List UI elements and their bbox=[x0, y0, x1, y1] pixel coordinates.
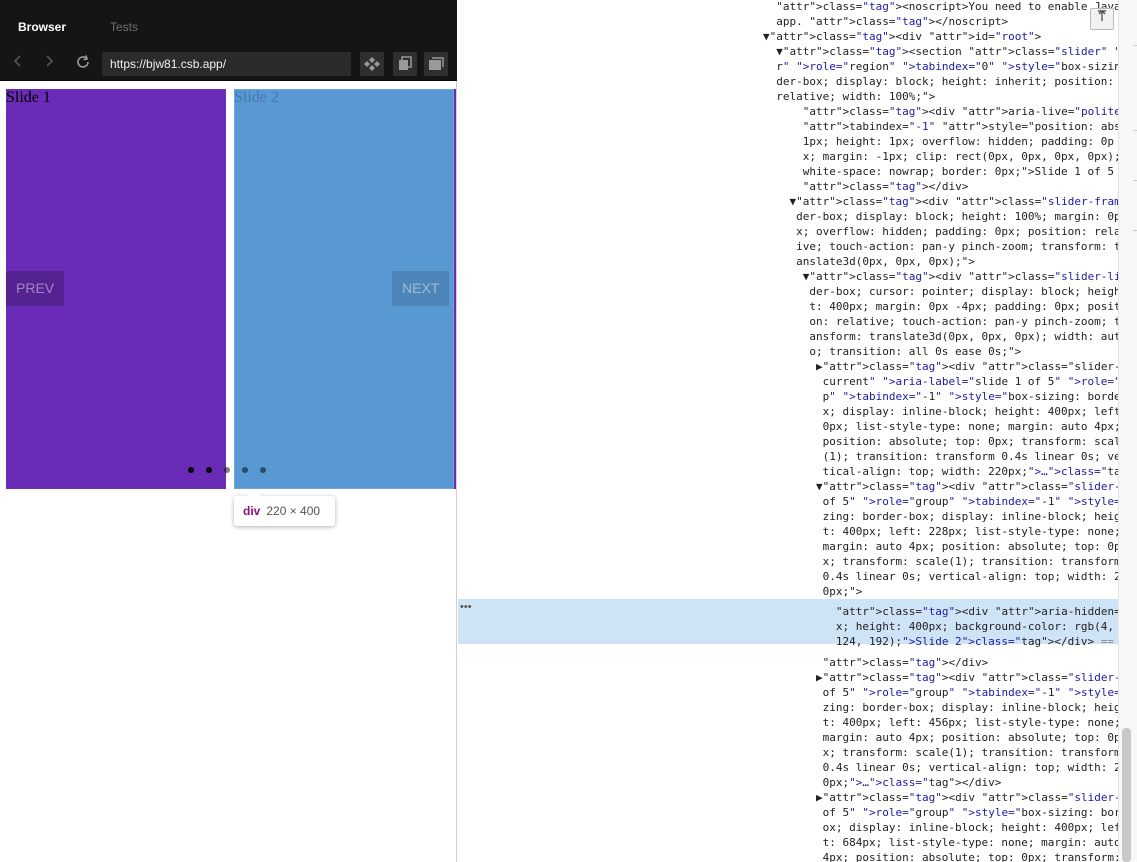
dom-tree-line[interactable]: t: 684px; list-style-type: none; margin:… bbox=[763, 835, 1118, 850]
dom-tree-line[interactable]: ansform: translate3d(0px, 0px, 0px); wid… bbox=[763, 329, 1118, 344]
dom-tree-line[interactable]: ive; touch-action: pan-y pinch-zoom; tra… bbox=[763, 239, 1118, 254]
dom-tree-line[interactable]: ▼"attr">class="tag"><div "attr">class="s… bbox=[763, 194, 1118, 209]
dom-tree-line[interactable]: "attr">class="tag"><noscript>You need to… bbox=[763, 0, 1118, 14]
dom-tree-line[interactable]: of 5" ">role="group" ">tabindex="-1" ">s… bbox=[763, 685, 1118, 700]
dom-tree-line[interactable]: 0px; list-style-type: none; margin: auto… bbox=[763, 419, 1118, 434]
preview-tabbar: Browser Tests bbox=[0, 0, 457, 48]
inspect-tooltip: div 220 × 400 bbox=[234, 490, 335, 526]
dom-tree-line[interactable]: x; transform: scale(1); transition: tran… bbox=[763, 745, 1118, 760]
forward-arrow-icon[interactable] bbox=[39, 54, 59, 74]
carousel-dot-5[interactable] bbox=[260, 467, 266, 473]
devtools-scrollbar-thumb[interactable] bbox=[1122, 728, 1131, 862]
url-input[interactable]: https://bjw81.csb.app/ bbox=[102, 52, 351, 76]
carousel-dot-1[interactable] bbox=[188, 467, 194, 473]
edge-divider bbox=[1133, 45, 1137, 46]
dom-tree-line[interactable]: "attr">tabindex="-1" "attr">style="posit… bbox=[763, 119, 1118, 134]
dom-tree-line[interactable]: 4px; position: absolute; top: 0px; trans… bbox=[763, 850, 1118, 862]
copy-icon[interactable] bbox=[393, 52, 417, 76]
dom-tree-line[interactable]: der-box; display: block; height: 100%; m… bbox=[763, 209, 1118, 224]
carousel-dot-4[interactable] bbox=[242, 467, 248, 473]
back-arrow-icon[interactable] bbox=[8, 54, 28, 74]
dom-tree-line[interactable]: ▼"attr">class="tag"><div "attr">class="s… bbox=[763, 479, 1118, 494]
open-window-icon[interactable] bbox=[424, 52, 448, 76]
selected-dom-node-line[interactable]: 124, 192);">Slide 2">class="tag"></div> … bbox=[763, 634, 1118, 649]
slide-label: Slide 1 bbox=[6, 89, 51, 106]
carousel-dot-3[interactable] bbox=[224, 467, 230, 473]
dom-tree-line[interactable]: anslate3d(0px, 0px, 0px);"> bbox=[763, 254, 975, 269]
tooltip-tag: div bbox=[243, 504, 261, 518]
dom-tree-line[interactable]: p" ">tabindex="-1" ">style="box-sizing: … bbox=[763, 389, 1118, 404]
dom-tree-line[interactable]: ▼"attr">class="tag"><section "attr">clas… bbox=[763, 44, 1118, 59]
dom-tree-line[interactable]: current" ">aria-label="slide 1 of 5" ">r… bbox=[763, 374, 1118, 389]
next-button[interactable]: NEXT bbox=[392, 271, 450, 306]
preview-viewport: Slide 1 Slide 2 PREV NEXT div 220 × 400 bbox=[0, 82, 456, 862]
dom-tree-line[interactable]: der-box; cursor: pointer; display: block… bbox=[763, 284, 1118, 299]
dom-tree-line[interactable]: zing: border-box; display: inline-block;… bbox=[763, 509, 1118, 524]
browser-pane: Browser Tests https://bjw81.csb.app/ Sli… bbox=[0, 0, 457, 862]
edge-divider bbox=[1133, 130, 1137, 131]
carousel-dot-2[interactable] bbox=[206, 467, 212, 473]
dom-tree-line[interactable]: ▶"attr">class="tag"><div "attr">class="s… bbox=[763, 790, 1118, 805]
dom-tree-line[interactable]: ▶"attr">class="tag"><div "attr">class="s… bbox=[763, 670, 1118, 685]
edge-divider bbox=[1133, 180, 1137, 181]
dom-tree-line[interactable]: t: 400px; left: 228px; list-style-type: … bbox=[763, 524, 1118, 539]
dom-tree-line[interactable]: ▶"attr">class="tag"><div "attr">class="s… bbox=[763, 359, 1118, 374]
selected-dom-node-line[interactable]: x; height: 400px; background-color: rgb(… bbox=[763, 619, 1114, 634]
dom-tree-line[interactable]: o; transition: all 0s ease 0s;"> bbox=[763, 344, 1021, 359]
dom-tree-line[interactable]: margin: auto 4px; position: absolute; to… bbox=[763, 539, 1118, 554]
dom-tree-line[interactable]: x; margin: -1px; clip: rect(0px, 0px, 0p… bbox=[763, 149, 1118, 164]
devtools-elements-panel: ••• "attr">class="tag"><noscript>You nee… bbox=[458, 0, 1118, 862]
dom-tree-line[interactable]: white-space: nowrap; border: 0px;">Slide… bbox=[763, 164, 1114, 179]
dom-tree-line[interactable]: 0.4s linear 0s; vertical-align: top; wid… bbox=[763, 760, 1118, 775]
dom-tree-line[interactable]: t: 400px; margin: 0px -4px; padding: 0px… bbox=[763, 299, 1118, 314]
browser-toolbar: https://bjw81.csb.app/ bbox=[0, 48, 457, 81]
dom-tree-line[interactable]: 1px; height: 1px; overflow: hidden; padd… bbox=[763, 134, 1114, 149]
dom-tree-line[interactable]: of 5" ">role="group" ">tabindex="-1" ">s… bbox=[763, 494, 1118, 509]
dom-tree-line[interactable]: tical-align: top; width: 220px;">…">clas… bbox=[763, 464, 1118, 479]
dom-tree-line[interactable]: on: relative; touch-action: pan-y pinch-… bbox=[763, 314, 1118, 329]
more-options-icon[interactable]: ••• bbox=[460, 600, 472, 615]
dom-tree-line[interactable]: x; transform: scale(1); transition: tran… bbox=[763, 554, 1118, 569]
prev-button[interactable]: PREV bbox=[6, 271, 65, 306]
preview-icon[interactable] bbox=[360, 52, 384, 76]
dom-tree-line[interactable]: "attr">class="tag"></div> bbox=[763, 179, 969, 194]
pin-icon[interactable] bbox=[1090, 8, 1114, 30]
dom-tree-line[interactable]: 0.4s linear 0s; vertical-align: top; wid… bbox=[763, 569, 1118, 584]
reload-icon[interactable] bbox=[73, 54, 93, 74]
dom-tree-line[interactable]: 0px;">…">class="tag"></div> bbox=[763, 775, 1002, 790]
dom-tree-line[interactable]: zing: border-box; display: inline-block;… bbox=[763, 700, 1118, 715]
dom-tree-line[interactable]: "attr">class="tag"><div "attr">aria-live… bbox=[763, 104, 1118, 119]
carousel-slide-3-peek bbox=[454, 89, 456, 489]
dom-tree-line[interactable]: r" ">role="region" ">tabindex="0" ">styl… bbox=[763, 59, 1118, 74]
selected-dom-node-line[interactable]: "attr">class="tag"><div "attr">aria-hidd… bbox=[763, 604, 1118, 619]
dom-tree-line[interactable]: 0px;"> bbox=[763, 584, 863, 599]
tab-tests[interactable]: Tests bbox=[110, 20, 138, 34]
dom-tree-line[interactable]: x; display: inline-block; height: 400px;… bbox=[763, 404, 1118, 419]
tooltip-size: 220 × 400 bbox=[266, 504, 321, 518]
dom-tree-line[interactable]: margin: auto 4px; position: absolute; to… bbox=[763, 730, 1118, 745]
dom-tree-line[interactable]: app. "attr">class="tag"></noscript> bbox=[763, 14, 1008, 29]
dom-tree-line[interactable]: der-box; display: block; height: inherit… bbox=[763, 74, 1114, 89]
dom-tree-line[interactable]: ▼"attr">class="tag"><div "attr">id="root… bbox=[763, 29, 1041, 44]
dom-tree-line[interactable]: x; overflow: hidden; padding: 0px; posit… bbox=[763, 224, 1118, 239]
tab-browser[interactable]: Browser bbox=[18, 20, 66, 34]
edge-divider bbox=[1133, 230, 1137, 231]
dom-tree-line[interactable]: ox; display: inline-block; height: 400px… bbox=[763, 820, 1118, 835]
dom-tree-line[interactable]: of 5" ">role="group" ">style="box-sizing… bbox=[763, 805, 1118, 820]
dom-tree-line[interactable]: position: absolute; top: 0px; transform:… bbox=[763, 434, 1118, 449]
dom-tree-line[interactable]: ▼"attr">class="tag"><div "attr">class="s… bbox=[763, 269, 1118, 284]
dom-tree-line[interactable]: t: 400px; left: 456px; list-style-type: … bbox=[763, 715, 1118, 730]
dom-tree-line[interactable]: "attr">class="tag"></div> bbox=[763, 655, 989, 670]
dom-tree-line[interactable]: (1); transition: transform 0.4s linear 0… bbox=[763, 449, 1118, 464]
dom-tree-line[interactable]: relative; width: 100%;"> bbox=[763, 89, 935, 104]
